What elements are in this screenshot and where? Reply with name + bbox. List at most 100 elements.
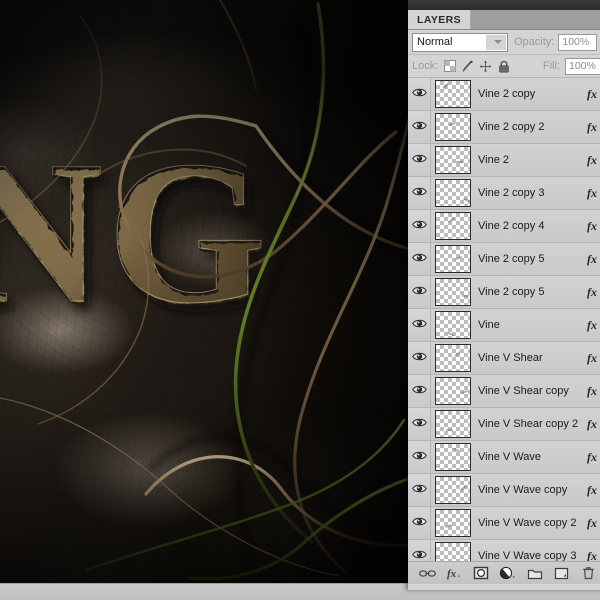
layer-name[interactable]: Vine 2 copy 5 [475,253,580,265]
add-layer-style-icon[interactable]: fx [445,565,463,581]
layer-row[interactable]: Vine 2 fx [408,144,600,177]
layer-row[interactable]: Vine V Wave fx [408,441,600,474]
layer-visibility-toggle[interactable] [408,507,431,539]
layer-effects-indicator[interactable]: fx [580,318,600,333]
layer-effects-indicator[interactable]: fx [580,516,600,531]
layer-effects-indicator[interactable]: fx [580,549,600,562]
layer-name[interactable]: Vine 2 copy 2 [475,121,580,133]
lock-all-icon[interactable] [497,60,510,73]
layer-thumbnail-cell[interactable] [431,443,475,471]
layer-effects-indicator[interactable]: fx [580,450,600,465]
layer-visibility-toggle[interactable] [408,177,431,209]
layer-thumbnail-cell[interactable] [431,278,475,306]
eye-icon [411,450,427,464]
layer-thumbnail-cell[interactable] [431,113,475,141]
new-group-icon[interactable] [526,565,544,581]
blend-opacity-row: Normal Opacity: 100% [408,30,600,55]
eye-icon [411,516,427,530]
layer-row[interactable]: Vine V Shear fx [408,342,600,375]
add-layer-mask-icon[interactable] [472,565,490,581]
layer-row[interactable]: Vine 2 copy 3 fx [408,177,600,210]
layer-row[interactable]: Vine 2 copy 5 fx [408,276,600,309]
layer-name[interactable]: Vine V Shear [475,352,580,364]
layer-visibility-toggle[interactable] [408,408,431,440]
layer-name[interactable]: Vine 2 copy 4 [475,220,580,232]
layer-row[interactable]: Vine fx [408,309,600,342]
layer-thumbnail-cell[interactable] [431,410,475,438]
layer-row[interactable]: Vine V Wave copy fx [408,474,600,507]
layer-row[interactable]: Vine 2 copy 4 fx [408,210,600,243]
layer-thumbnail-cell[interactable] [431,212,475,240]
layer-thumbnail-cell[interactable] [431,377,475,405]
layer-effects-indicator[interactable]: fx [580,417,600,432]
layer-row[interactable]: Vine V Shear copy fx [408,375,600,408]
layer-row[interactable]: Vine 2 copy 5 fx [408,243,600,276]
layer-effects-indicator[interactable]: fx [580,285,600,300]
layer-visibility-toggle[interactable] [408,276,431,308]
layer-thumbnail-cell[interactable] [431,476,475,504]
layer-visibility-toggle[interactable] [408,474,431,506]
tab-strip-filler [471,10,600,29]
lock-position-icon[interactable] [479,60,492,73]
layer-effects-indicator[interactable]: fx [580,120,600,135]
layer-name[interactable]: Vine V Wave copy [475,484,580,496]
eye-icon [411,549,427,561]
layer-thumbnail-cell[interactable] [431,311,475,339]
layer-visibility-toggle[interactable] [408,441,431,473]
blend-mode-select[interactable]: Normal [412,32,508,52]
opacity-input[interactable]: 100% [558,33,598,51]
panel-title-bar[interactable] [408,0,600,10]
layer-thumbnail-cell[interactable] [431,542,475,561]
layer-row[interactable]: Vine 2 copy fx [408,78,600,111]
layer-name[interactable]: Vine V Wave copy 2 [475,517,580,529]
layer-visibility-toggle[interactable] [408,111,431,143]
layer-effects-indicator[interactable]: fx [580,384,600,399]
layer-row[interactable]: Vine 2 copy 2 fx [408,111,600,144]
layer-name[interactable]: Vine V Wave [475,451,580,463]
layer-visibility-toggle[interactable] [408,243,431,275]
chevron-down-icon[interactable] [486,34,506,50]
layers-panel-footer: fx [408,561,600,584]
layer-thumbnail-cell[interactable] [431,344,475,372]
new-adjustment-layer-icon[interactable] [499,565,517,581]
new-layer-icon[interactable] [553,565,571,581]
layer-effects-indicator[interactable]: fx [580,219,600,234]
layer-name[interactable]: Vine [475,319,580,331]
layer-row[interactable]: Vine V Shear copy 2 fx [408,408,600,441]
layer-row[interactable]: Vine V Wave copy 3 fx [408,540,600,561]
layer-name[interactable]: Vine 2 [475,154,580,166]
layer-visibility-toggle[interactable] [408,144,431,176]
layer-effects-indicator[interactable]: fx [580,153,600,168]
layer-name[interactable]: Vine V Wave copy 3 [475,550,580,561]
lock-transparency-icon[interactable] [443,60,456,73]
layer-name[interactable]: Vine V Shear copy [475,385,580,397]
layer-visibility-toggle[interactable] [408,342,431,374]
layer-name[interactable]: Vine 2 copy [475,88,580,100]
layer-visibility-toggle[interactable] [408,375,431,407]
layer-effects-indicator[interactable]: fx [580,87,600,102]
link-layers-icon[interactable] [418,565,436,581]
layer-thumbnail-cell[interactable] [431,509,475,537]
layer-list[interactable]: Vine 2 copy fx Vine 2 copy 2 fx Vine 2 fx Vine… [408,78,600,561]
fill-input[interactable]: 100% [565,57,600,75]
layer-visibility-toggle[interactable] [408,210,431,242]
layer-effects-indicator[interactable]: fx [580,483,600,498]
layer-row[interactable]: Vine V Wave copy 2 fx [408,507,600,540]
layer-effects-indicator[interactable]: fx [580,351,600,366]
layer-thumbnail [435,443,471,471]
lock-pixels-icon[interactable] [461,60,474,73]
layer-thumbnail-cell[interactable] [431,146,475,174]
layer-visibility-toggle[interactable] [408,309,431,341]
layer-name[interactable]: Vine V Shear copy 2 [475,418,580,430]
tab-layers[interactable]: LAYERS [408,10,472,29]
layer-effects-indicator[interactable]: fx [580,252,600,267]
layer-name[interactable]: Vine 2 copy 3 [475,187,580,199]
layer-visibility-toggle[interactable] [408,540,431,561]
layer-name[interactable]: Vine 2 copy 5 [475,286,580,298]
layer-thumbnail-cell[interactable] [431,245,475,273]
layer-effects-indicator[interactable]: fx [580,186,600,201]
layer-visibility-toggle[interactable] [408,78,431,110]
layer-thumbnail-cell[interactable] [431,80,475,108]
delete-layer-icon[interactable] [579,565,597,581]
layer-thumbnail-cell[interactable] [431,179,475,207]
